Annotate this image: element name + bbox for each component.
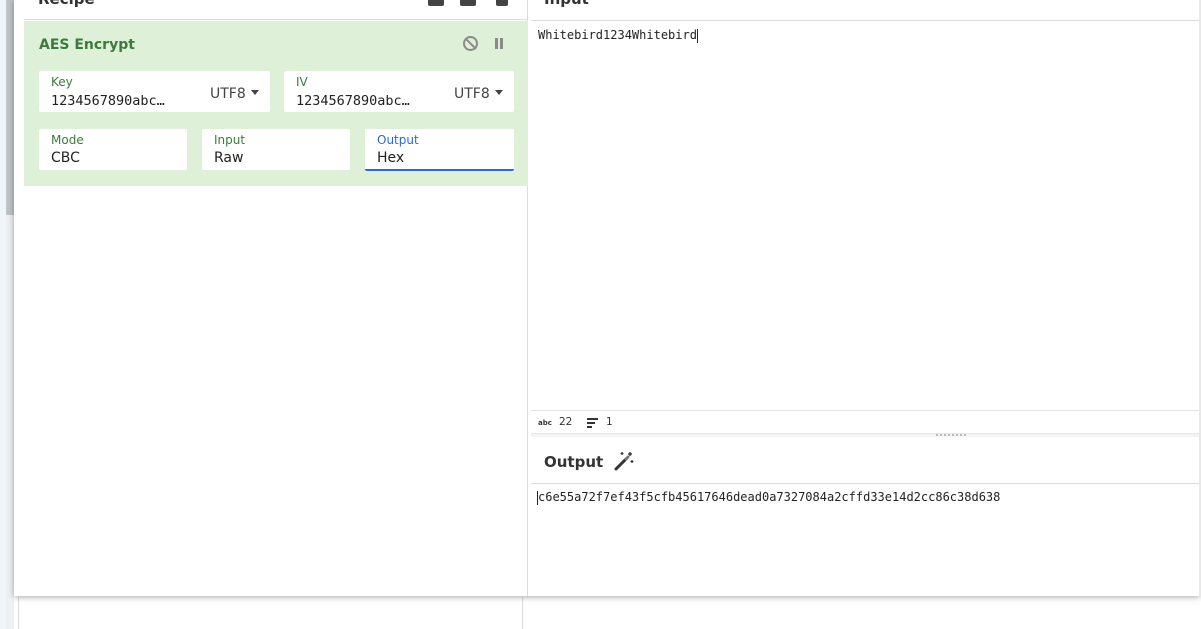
output-format-select[interactable]: Output Hex [365, 129, 514, 171]
iv-value[interactable]: 1234567890abc… [296, 93, 431, 109]
key-label: Key [51, 75, 73, 89]
input-header: Input [531, 0, 1200, 21]
input-format-select[interactable]: Input Raw [202, 129, 350, 170]
background-divider [522, 597, 523, 629]
key-encoding-value: UTF8 [210, 86, 246, 102]
recipe-panel: Recipe AES Encrypt Key 1234567890abc… UT… [24, 0, 528, 596]
key-field[interactable]: Key 1234567890abc… UTF8 [39, 71, 270, 112]
pause-icon[interactable] [494, 38, 504, 49]
output-format-value: Hex [377, 150, 405, 166]
input-format-label: Input [214, 133, 246, 147]
output-format-label: Output [377, 133, 419, 147]
output-title: Output [544, 453, 604, 471]
magic-wand-icon[interactable] [613, 450, 635, 472]
trash-icon[interactable] [496, 0, 508, 6]
iv-field[interactable]: IV 1234567890abc… UTF8 [284, 71, 514, 112]
output-panel: Output c6e55a72f7ef43f5cfb45617646dead0a… [531, 437, 1200, 596]
lines-icon [587, 418, 598, 428]
input-format-value: Raw [214, 150, 244, 166]
input-length: 22 [559, 416, 573, 428]
background-divider [18, 597, 19, 629]
iv-encoding-value: UTF8 [454, 86, 490, 102]
input-line-count: 1 [606, 416, 613, 428]
key-encoding-select[interactable]: UTF8 [210, 86, 259, 102]
key-value[interactable]: 1234567890abc… [51, 93, 186, 109]
mode-select[interactable]: Mode CBC [39, 129, 187, 170]
operation-title: AES Encrypt [39, 37, 135, 53]
iv-label: IV [296, 75, 308, 89]
chevron-down-icon [250, 89, 259, 95]
input-text-value: Whitebird1234Whitebird [538, 28, 697, 42]
disable-icon[interactable] [463, 36, 478, 51]
scrollbar-track[interactable] [6, 215, 14, 629]
input-title: Input [544, 0, 589, 8]
input-textarea[interactable]: Whitebird1234Whitebird [538, 28, 698, 43]
save-icon[interactable] [428, 0, 444, 6]
output-text-value: c6e55a72f7ef43f5cfb45617646dead0a7327084… [538, 490, 1001, 504]
text-cursor [696, 28, 698, 43]
iv-encoding-select[interactable]: UTF8 [454, 86, 503, 102]
length-icon: abc [538, 419, 552, 427]
operation-aes-encrypt: AES Encrypt Key 1234567890abc… UTF8 IV 1… [24, 21, 528, 186]
resize-grip-icon[interactable] [936, 434, 966, 436]
mode-label: Mode [51, 133, 84, 147]
input-status-bar: abc 22 1 [531, 410, 1200, 433]
mode-value: CBC [51, 150, 80, 166]
recipe-title: Recipe [38, 0, 95, 8]
recipe-header: Recipe [24, 0, 528, 20]
output-textarea[interactable]: c6e55a72f7ef43f5cfb45617646dead0a7327084… [537, 490, 1000, 505]
scrollbar-thumb[interactable] [6, 0, 14, 215]
output-header: Output [531, 437, 1200, 484]
page: Recipe AES Encrypt Key 1234567890abc… UT… [0, 0, 1201, 629]
chevron-down-icon [494, 89, 503, 95]
folder-icon[interactable] [460, 0, 476, 6]
input-panel: Input Whitebird1234Whitebird abc 22 1 [531, 0, 1200, 433]
